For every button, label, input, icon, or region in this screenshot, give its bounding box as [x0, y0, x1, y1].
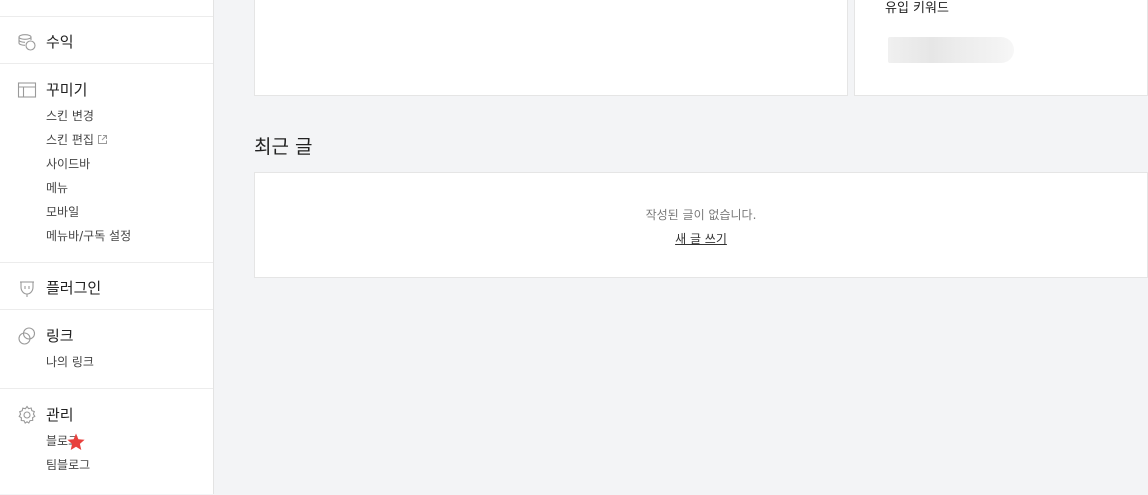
sidebar-customize-label: 꾸미기 — [46, 81, 88, 99]
layout-icon — [17, 81, 37, 98]
empty-message: 작성된 글이 없습니다. — [645, 208, 757, 222]
sidebar-item-my-links[interactable]: 나의 링크 — [46, 355, 94, 369]
keyword-placeholder-bar — [888, 37, 1014, 63]
stats-card — [254, 0, 848, 96]
new-post-link[interactable]: 새 글 쓰기 — [675, 232, 727, 246]
external-link-icon — [97, 135, 107, 144]
sidebar-item-revenue[interactable]: 수익 — [17, 31, 74, 52]
sidebar-item-menubar-settings[interactable]: 메뉴바/구독 설정 — [46, 229, 131, 243]
sidebar-section-customize: 꾸미기 스킨 변경 스킨 편집 사이드바 메뉴 모바일 메뉴바/구독 설정 — [0, 63, 213, 264]
sidebar-item-skin-edit[interactable]: 스킨 편집 — [46, 133, 108, 147]
sidebar-item-team-blog[interactable]: 팀블로그 — [46, 458, 90, 472]
plug-icon — [20, 280, 34, 297]
keyword-card-title: 유입 키워드 — [885, 1, 949, 16]
sidebar-item-links[interactable]: 링크 — [17, 325, 74, 346]
sidebar-item-mobile[interactable]: 모바일 — [46, 205, 79, 219]
skin-edit-label: 스킨 편집 — [46, 133, 94, 147]
keyword-card: 유입 키워드 — [854, 0, 1148, 96]
sidebar-item-manage[interactable]: 관리 — [17, 404, 74, 425]
sidebar-section-links: 링크 나의 링크 — [0, 309, 213, 390]
coins-icon — [18, 33, 36, 51]
star-icon — [67, 433, 85, 450]
sidebar-section-plugins: 플러그인 — [0, 262, 213, 311]
gear-icon — [18, 405, 36, 424]
sidebar-item-customize[interactable]: 꾸미기 — [17, 79, 87, 100]
sidebar-item-plugins[interactable]: 플러그인 — [17, 277, 101, 298]
sidebar-manage-label: 관리 — [46, 406, 74, 424]
sidebar-item-sidebar[interactable]: 사이드바 — [46, 157, 90, 171]
sidebar-plugins-label: 플러그인 — [46, 279, 102, 297]
sidebar-item-menu[interactable]: 메뉴 — [46, 181, 68, 195]
sidebar-section-revenue: 수익 — [0, 16, 213, 65]
recent-posts-card: 작성된 글이 없습니다. 새 글 쓰기 — [254, 172, 1148, 278]
sidebar-item-skin-change[interactable]: 스킨 변경 — [46, 109, 94, 123]
sidebar-links-label: 링크 — [46, 327, 74, 345]
recent-posts-title: 최근 글 — [254, 136, 313, 158]
sidebar-revenue-label: 수익 — [46, 33, 74, 51]
link-icon — [18, 326, 36, 345]
sidebar: 수익 꾸미기 스킨 변경 스킨 편집 사이드바 메뉴 모바일 메뉴바/구독 설정 — [0, 0, 214, 494]
new-post-container: 새 글 쓰기 — [255, 230, 1147, 247]
sidebar-section-manage: 관리 블로그 팀블로그 — [0, 388, 213, 495]
